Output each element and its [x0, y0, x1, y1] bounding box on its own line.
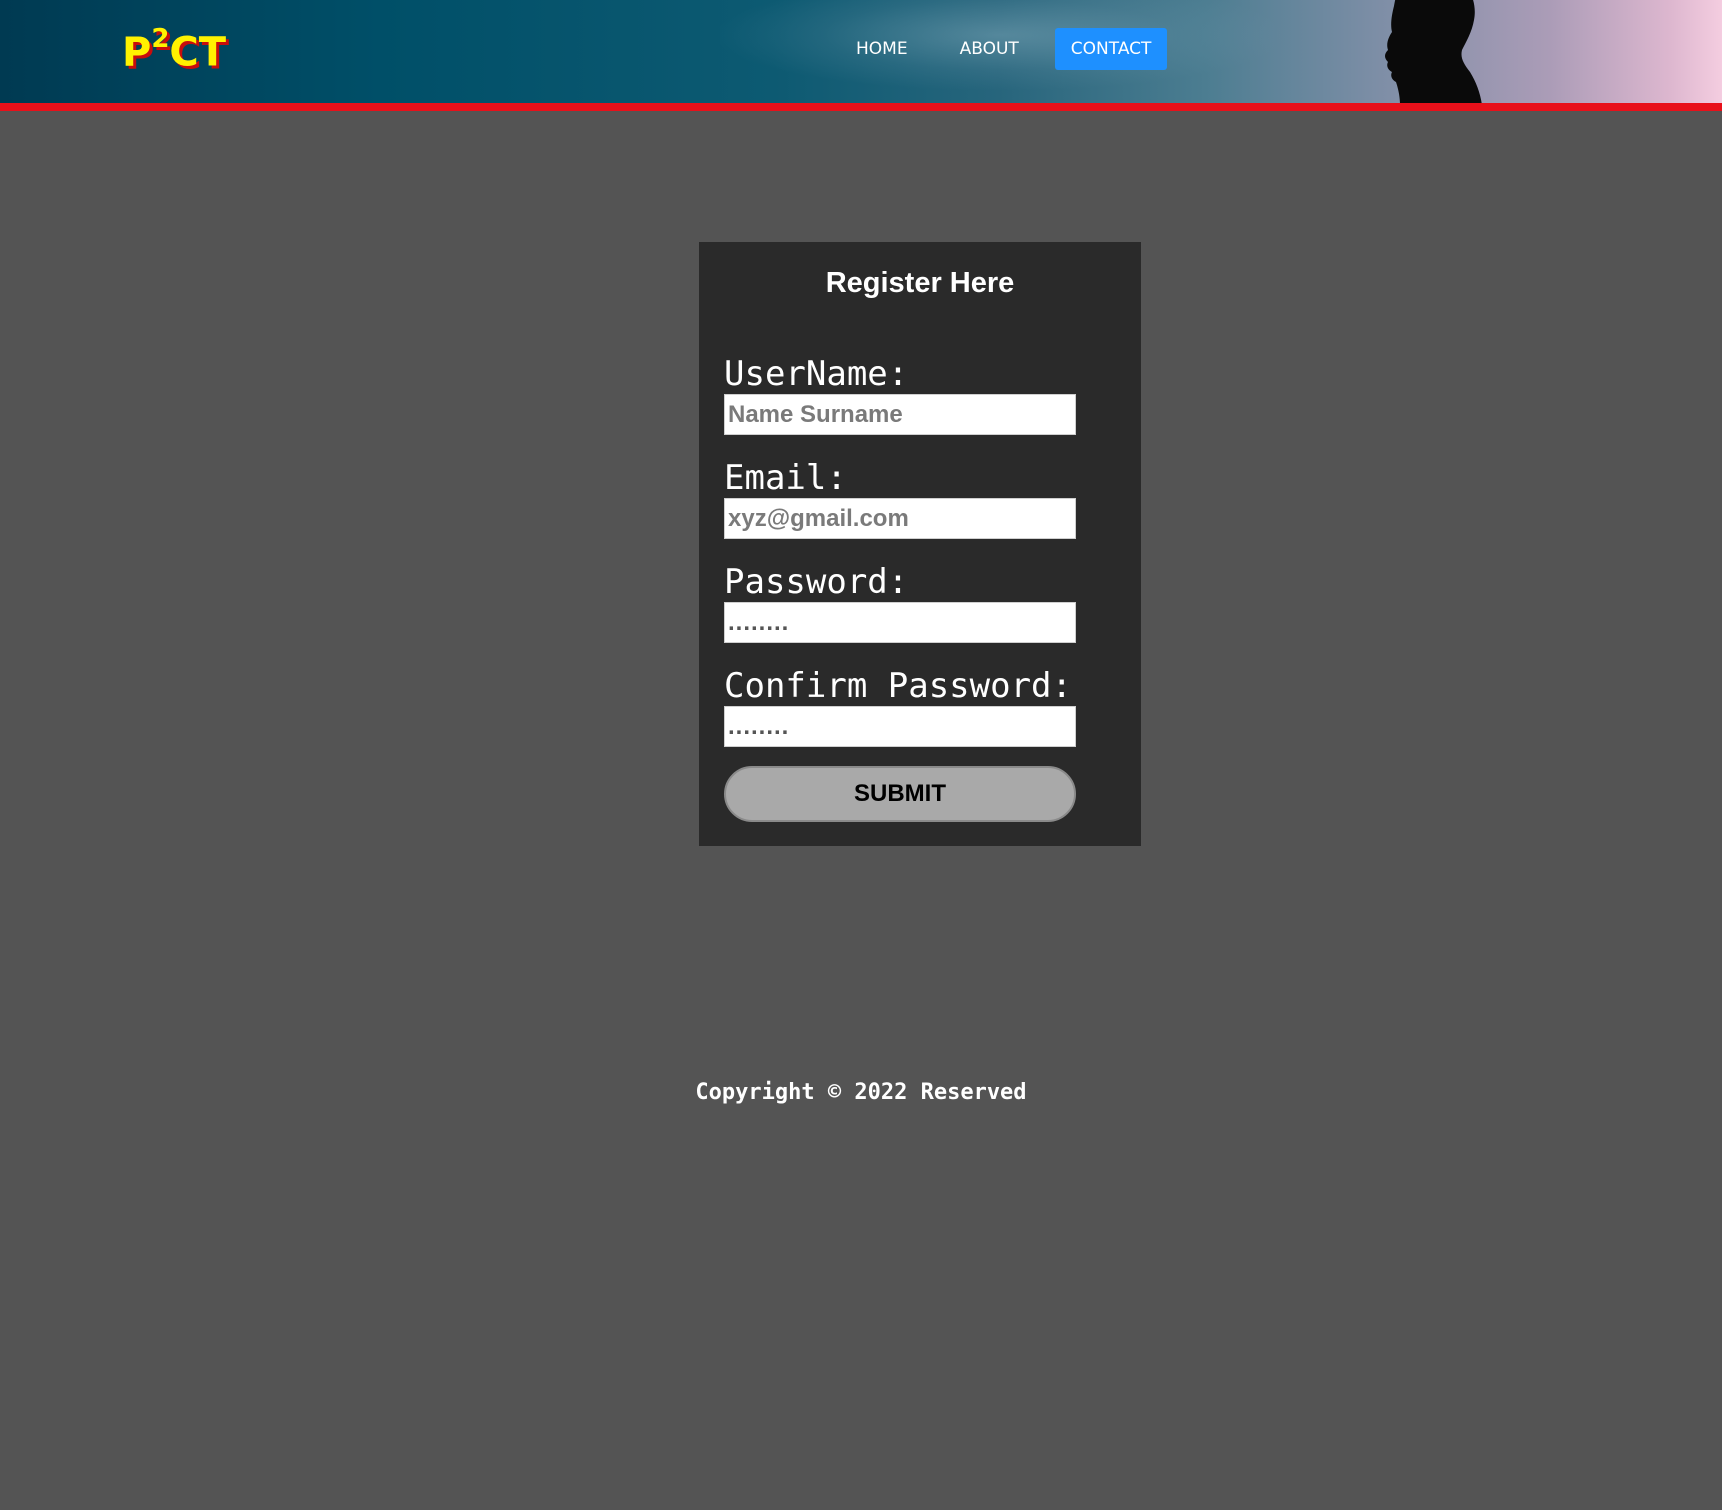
password-input[interactable]: [724, 602, 1076, 643]
person-silhouette-image: [1385, 0, 1482, 105]
email-label: Email:: [724, 458, 847, 498]
logo-suffix: CT: [169, 29, 227, 76]
nav-about-link[interactable]: ABOUT: [944, 28, 1035, 70]
email-input[interactable]: [724, 498, 1076, 539]
footer-copyright: Copyright © 2022 Reserved: [695, 1080, 1027, 1105]
confirm-password-label: Confirm Password:: [724, 666, 1072, 706]
password-label: Password:: [724, 562, 909, 602]
logo-prefix: P: [122, 29, 152, 76]
header-accent-line: [0, 103, 1722, 111]
main-nav: HOME ABOUT CONTACT: [840, 28, 1168, 70]
nav-home-link[interactable]: HOME: [840, 28, 924, 70]
register-form-card: Register Here UserName: Email: Password:…: [699, 242, 1141, 846]
site-header: P2CT HOME ABOUT CONTACT: [0, 0, 1722, 111]
logo-superscript: 2: [151, 24, 170, 54]
nav-contact-link[interactable]: CONTACT: [1054, 28, 1168, 70]
form-title: Register Here: [825, 267, 1015, 299]
confirm-password-input[interactable]: [724, 706, 1076, 747]
username-input[interactable]: [724, 394, 1076, 435]
username-label: UserName:: [724, 354, 909, 394]
site-logo[interactable]: P2CT: [122, 26, 227, 76]
submit-button[interactable]: SUBMIT: [724, 766, 1076, 822]
